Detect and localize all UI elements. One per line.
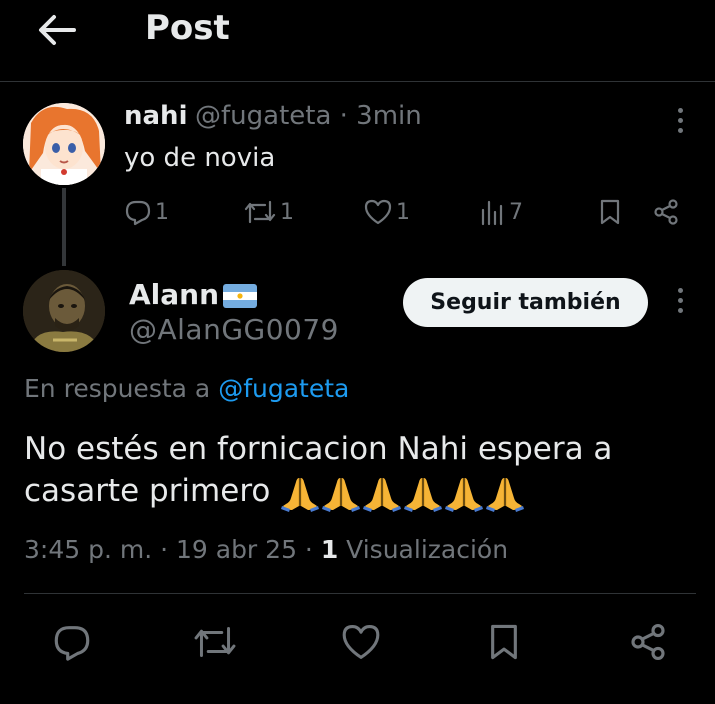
reply-button[interactable]: 1: [124, 198, 169, 226]
share-button[interactable]: [628, 622, 668, 666]
back-button[interactable]: [34, 10, 78, 50]
post-timestamp: 3:45 p. m. · 19 abr 25 · 1 Visualización: [24, 535, 508, 564]
praying-hands-emoji: [486, 478, 525, 512]
author-handle-time: @fugateta · 3min: [195, 101, 422, 131]
heart-icon: [364, 199, 392, 225]
reply-icon: [54, 626, 90, 661]
praying-hands-emoji: [404, 478, 443, 512]
views-count: 1: [320, 535, 339, 564]
like-count: 1: [396, 199, 410, 225]
repost-count: 1: [280, 199, 294, 225]
post-time: 3:45 p. m. · 19 abr 25 ·: [24, 535, 321, 564]
praying-hands-emoji-row: [280, 472, 526, 514]
reply-mention-link[interactable]: @fugateta: [218, 374, 349, 403]
follow-button[interactable]: Seguir también: [403, 278, 648, 327]
repost-button[interactable]: [192, 622, 238, 666]
bookmark-button[interactable]: [598, 198, 622, 226]
post-text: No estés en fornicacion Nahi espera a ca…: [24, 428, 694, 514]
praying-hands-emoji: [281, 478, 320, 512]
repost-button[interactable]: 1: [243, 198, 294, 226]
like-button[interactable]: 1: [363, 198, 410, 226]
share-icon: [631, 624, 665, 660]
share-button[interactable]: [652, 198, 680, 226]
repost-icon: [244, 200, 276, 224]
divider: [24, 593, 696, 594]
heart-icon: [342, 625, 380, 659]
repost-icon: [194, 626, 236, 658]
reply-context: En respuesta a @fugateta: [24, 374, 349, 403]
like-button[interactable]: [340, 622, 382, 666]
bookmark-icon: [491, 624, 517, 660]
share-icon: [654, 199, 678, 225]
argentina-flag-icon: [223, 284, 258, 308]
praying-hands-emoji: [363, 478, 402, 512]
avatar[interactable]: [23, 270, 105, 352]
reply-button[interactable]: [52, 622, 92, 666]
bookmark-icon: [600, 199, 620, 225]
views-label: Visualización: [338, 535, 509, 564]
arrow-left-icon: [39, 15, 76, 45]
analytics-icon: [481, 200, 503, 226]
reply-prefix: En respuesta a: [24, 374, 219, 403]
avatar[interactable]: [23, 103, 105, 185]
page-title: Post: [145, 8, 230, 48]
author-name[interactable]: Alann: [129, 278, 219, 311]
reply-count: 1: [155, 199, 169, 225]
bookmark-button[interactable]: [487, 622, 521, 666]
praying-hands-emoji: [445, 478, 484, 512]
views-button[interactable]: 7: [480, 198, 523, 226]
author-handle[interactable]: @AlanGG0079: [129, 313, 339, 346]
author-name-row[interactable]: Alann: [129, 278, 258, 311]
more-options-button[interactable]: [668, 104, 692, 144]
more-options-button[interactable]: [668, 284, 692, 324]
praying-hands-emoji: [322, 478, 361, 512]
author-name[interactable]: nahi: [124, 101, 187, 131]
thread-connector: [62, 188, 66, 266]
reply-icon: [125, 200, 151, 226]
views-count: 7: [509, 199, 523, 225]
post-text: yo de novia: [124, 143, 276, 173]
top-bar: Post: [0, 0, 715, 82]
